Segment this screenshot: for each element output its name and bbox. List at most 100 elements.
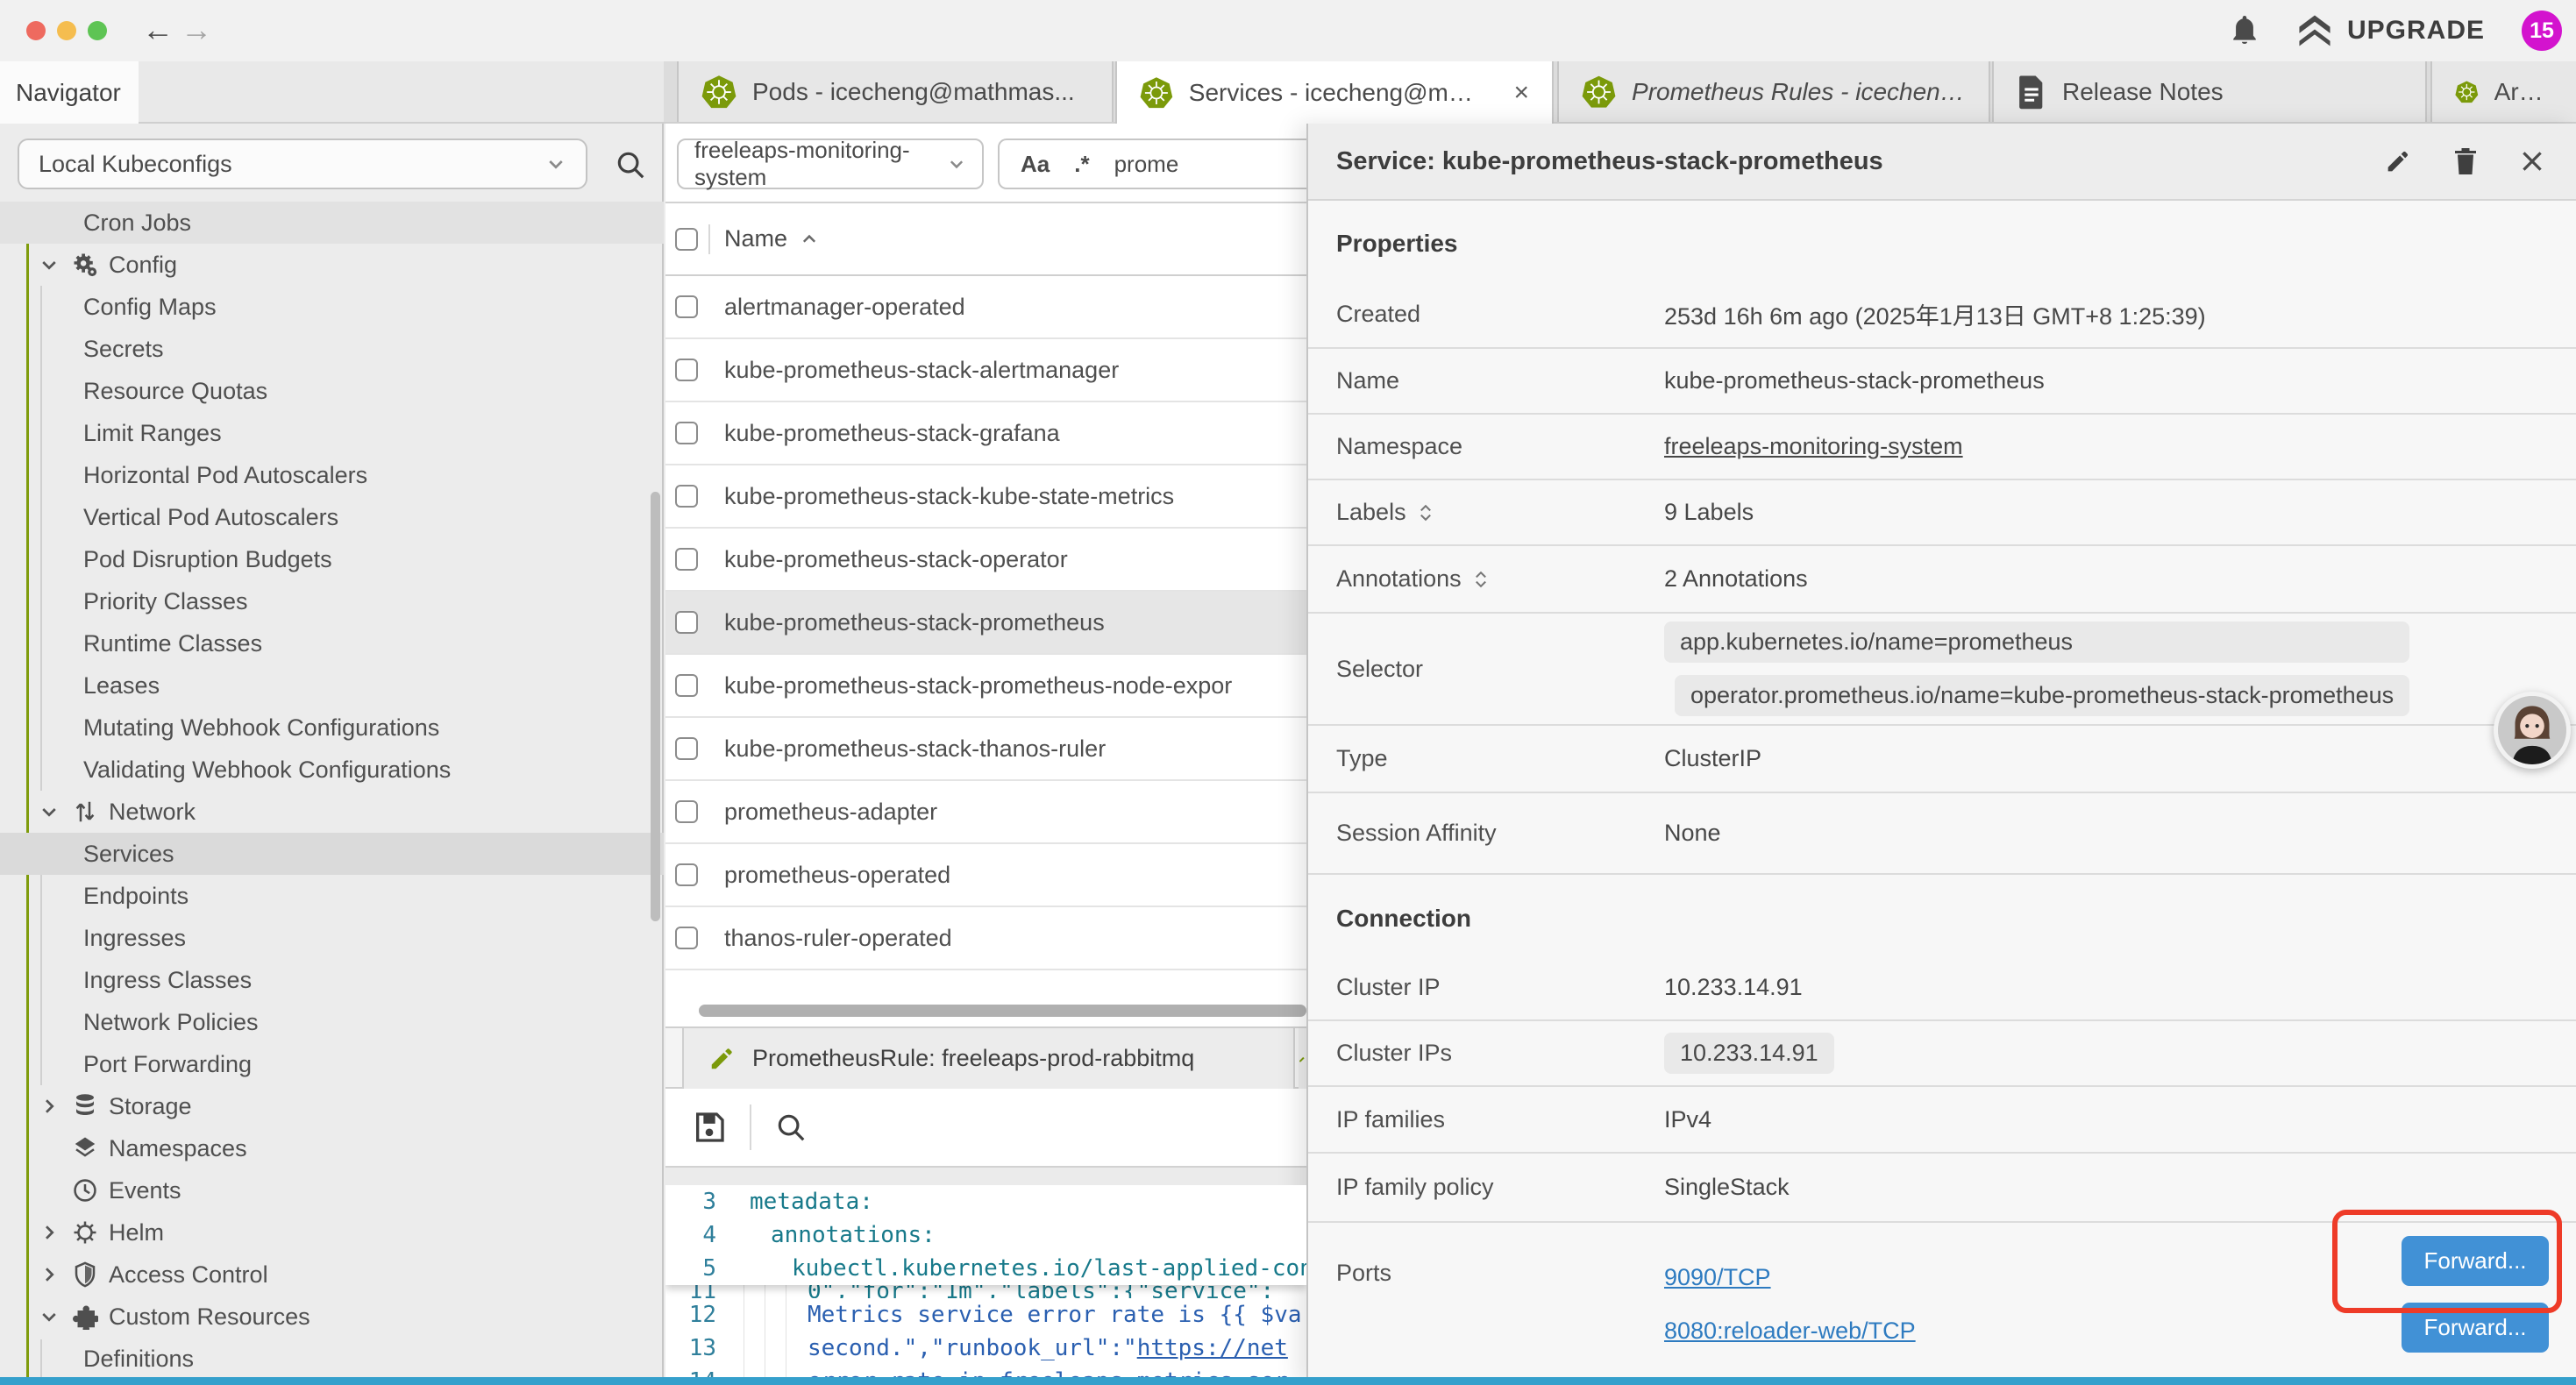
sidebar-item-runtime-classes[interactable]: Runtime Classes [0,622,664,664]
expand-collapse-icon[interactable] [1472,568,1490,591]
select-all-checkbox[interactable] [675,228,698,251]
sidebar-item-port-forwarding[interactable]: Port Forwarding [0,1043,664,1085]
editor-tab-next-partial[interactable] [1299,1028,1306,1089]
row-checkbox[interactable] [675,485,698,508]
table-row[interactable]: alertmanager-operated [665,276,1306,339]
editor-tab-prometheusrule[interactable]: PrometheusRule: freeleaps-prod-rabbitmq [682,1028,1295,1089]
sidebar-item-mutating-webhook-configurations[interactable]: Mutating Webhook Configurations [0,707,664,749]
tab-pods[interactable]: Pods - icecheng@mathmas... [677,61,1114,122]
maximize-window-button[interactable] [88,21,107,40]
sidebar-item-ingress-classes[interactable]: Ingress Classes [0,959,664,1001]
notification-count-badge[interactable]: 15 [2522,11,2562,51]
sidebar-item-limit-ranges[interactable]: Limit Ranges [0,412,664,454]
table-row[interactable]: kube-prometheus-stack-prometheus-node-ex… [665,655,1306,718]
notifications-bell-icon[interactable] [2230,14,2259,47]
port-link-8080[interactable]: 8080:reloader-web/TCP [1664,1318,1916,1345]
navigator-sidebar: Local Kubeconfigs Cron Jobs Config Confi… [0,124,664,1385]
sidebar-item-config[interactable]: Config [0,244,664,286]
save-button[interactable] [692,1110,727,1145]
port-link-9090[interactable]: 9090/TCP [1664,1264,1916,1291]
sidebar-item-endpoints[interactable]: Endpoints [0,875,664,917]
regex-toggle[interactable]: .* [1074,151,1089,178]
row-checkbox[interactable] [675,422,698,444]
row-checkbox[interactable] [675,611,698,634]
table-row[interactable]: prometheus-operated [665,844,1306,907]
kubeconfig-selector[interactable]: Local Kubeconfigs [18,138,587,189]
table-row-selected[interactable]: kube-prometheus-stack-prometheus [665,592,1306,655]
sidebar-item-vertical-pod-autoscalers[interactable]: Vertical Pod Autoscalers [0,496,664,538]
sidebar-item-custom-resources[interactable]: Custom Resources [0,1296,664,1338]
namespace-filter-select[interactable]: freeleaps-monitoring-system [677,138,984,189]
edit-pencil-icon[interactable] [2383,146,2413,176]
row-checkbox[interactable] [675,800,698,823]
tab-argo[interactable]: Argo Se [2430,61,2576,122]
match-case-toggle[interactable]: Aa [1021,151,1050,178]
sidebar-item-ingresses[interactable]: Ingresses [0,917,664,959]
sidebar-item-leases[interactable]: Leases [0,664,664,707]
sidebar-item-helm[interactable]: Helm [0,1211,664,1254]
back-button[interactable]: ← [142,11,174,49]
table-row[interactable]: kube-prometheus-stack-grafana [665,402,1306,465]
table-row[interactable]: kube-prometheus-stack-kube-state-metrics [665,465,1306,529]
tab-prometheus-rules[interactable]: Prometheus Rules - icecheng... [1557,61,1990,122]
sidebar-item-namespaces[interactable]: Namespaces [0,1127,664,1169]
horizontal-scrollbar-thumb[interactable] [699,1005,1306,1017]
sidebar-item-access-control[interactable]: Access Control [0,1254,664,1296]
sidebar-item-resource-quotas[interactable]: Resource Quotas [0,370,664,412]
sidebar-item-cron-jobs[interactable]: Cron Jobs [0,202,664,244]
sidebar-item-validating-webhook-configurations[interactable]: Validating Webhook Configurations [0,749,664,791]
row-checkbox[interactable] [675,295,698,318]
sidebar-item-pod-disruption-budgets[interactable]: Pod Disruption Budgets [0,538,664,580]
row-checkbox[interactable] [675,674,698,697]
forward-button[interactable]: → [181,11,212,49]
detail-row-namespace: Namespace freeleaps-monitoring-system [1308,415,2576,480]
sidebar-item-network[interactable]: Network [0,791,664,833]
column-header-name[interactable]: Name [724,225,787,252]
upgrade-label: UPGRADE [2347,16,2485,46]
sort-ascending-icon[interactable] [800,230,819,249]
tab-services[interactable]: Services - icecheng@math... × [1115,61,1554,124]
close-window-button[interactable] [26,21,46,40]
yaml-editor[interactable]: 3metadata: 4annotations: 5kubectl.kubern… [665,1185,1306,1385]
sidebar-search-icon[interactable] [614,148,647,181]
row-checkbox[interactable] [675,737,698,760]
selector-badge: app.kubernetes.io/name=prometheus [1664,621,2409,663]
sidebar-item-secrets[interactable]: Secrets [0,328,664,370]
detail-row-labels: Labels 9 Labels [1308,480,2576,546]
sidebar-item-events[interactable]: Events [0,1169,664,1211]
detail-row-ip-families: IP families IPv4 [1308,1087,2576,1154]
sidebar-item-config-maps[interactable]: Config Maps [0,286,664,328]
table-row[interactable]: kube-prometheus-stack-alertmanager [665,339,1306,402]
navigator-panel-tab[interactable]: Navigator [0,61,139,124]
detail-row-annotations: Annotations 2 Annotations [1308,546,2576,614]
namespace-link[interactable]: freeleaps-monitoring-system [1664,433,1963,460]
avatar[interactable] [2494,692,2571,769]
row-checkbox[interactable] [675,927,698,949]
search-input[interactable]: Aa .* prome [998,138,1306,189]
sidebar-scrollbar-thumb[interactable] [651,492,660,921]
row-checkbox[interactable] [675,863,698,886]
editor-line-clipped: 110","for":"1m","labels":{"service": [665,1285,1306,1298]
table-row[interactable]: kube-prometheus-stack-operator [665,529,1306,592]
sidebar-item-horizontal-pod-autoscalers[interactable]: Horizontal Pod Autoscalers [0,454,664,496]
table-row[interactable]: thanos-ruler-operated [665,907,1306,970]
table-row[interactable]: kube-prometheus-stack-thanos-ruler [665,718,1306,781]
row-checkbox[interactable] [675,359,698,381]
table-row[interactable]: prometheus-adapter [665,781,1306,844]
close-panel-icon[interactable] [2518,147,2546,175]
sidebar-item-services[interactable]: Services [0,833,664,875]
row-checkbox[interactable] [675,548,698,571]
upgrade-button[interactable]: UPGRADE [2296,14,2485,47]
tab-release-notes[interactable]: Release Notes [1992,61,2427,122]
sidebar-item-storage[interactable]: Storage [0,1085,664,1127]
delete-trash-icon[interactable] [2451,146,2480,177]
sidebar-item-network-policies[interactable]: Network Policies [0,1001,664,1043]
window-focus-accent-bar [0,1377,2576,1385]
expand-collapse-icon[interactable] [1417,501,1434,524]
close-tab-icon[interactable]: × [1501,78,1529,108]
editor-find-button[interactable] [774,1111,808,1144]
sidebar-item-priority-classes[interactable]: Priority Classes [0,580,664,622]
sidebar-item-definitions[interactable]: Definitions [0,1338,664,1380]
minimize-window-button[interactable] [57,21,76,40]
runbook-url-link[interactable]: https://net [1137,1335,1288,1361]
